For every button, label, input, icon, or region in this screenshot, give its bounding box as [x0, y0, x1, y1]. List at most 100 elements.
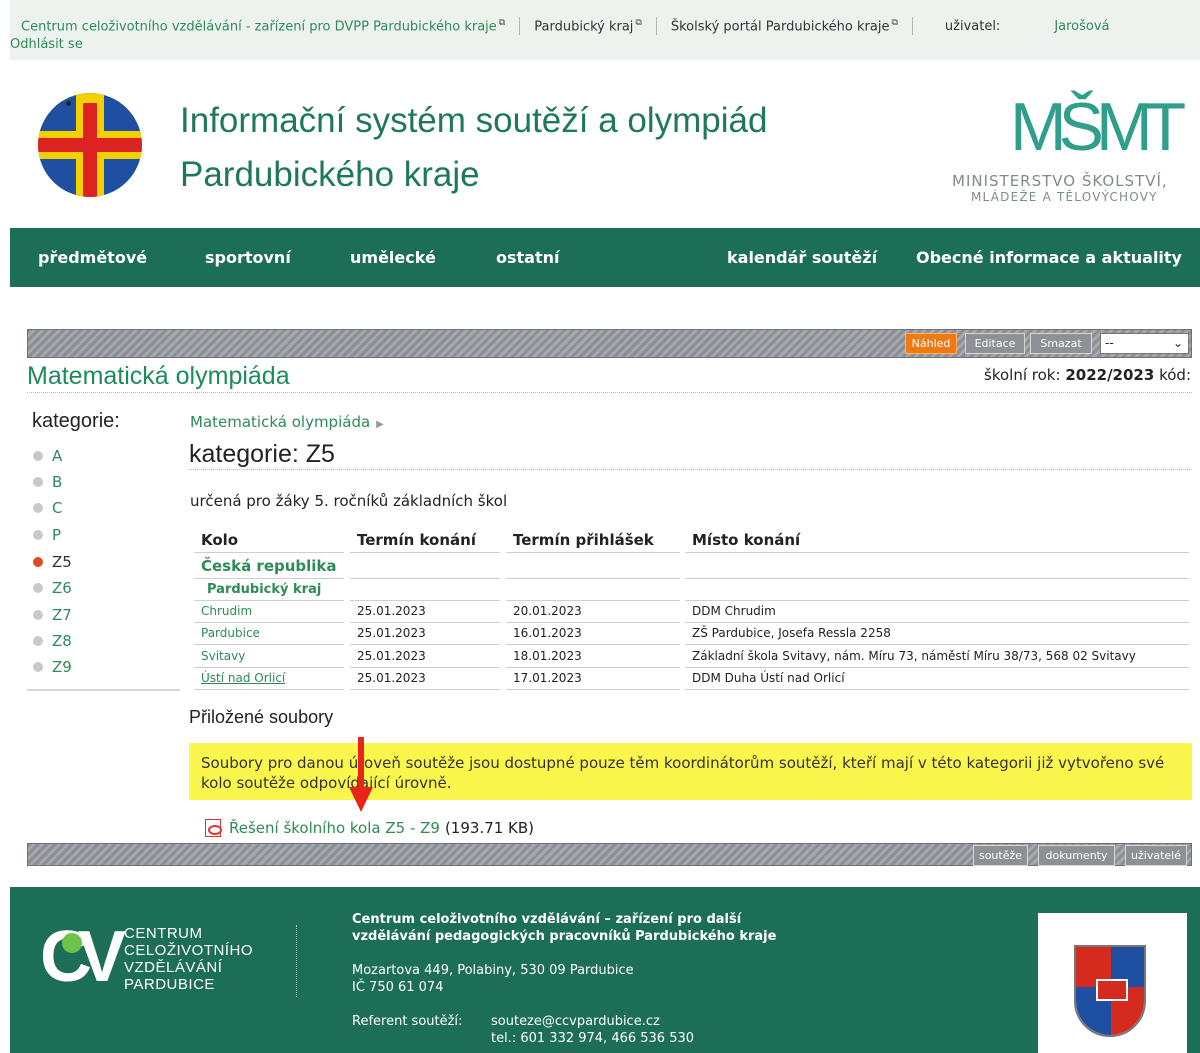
- divider: [911, 17, 913, 35]
- sidebar-item-label: A: [52, 447, 63, 465]
- nav-ostatni[interactable]: ostatní: [496, 248, 559, 267]
- group-label: Česká republika: [194, 553, 344, 579]
- category-description: určená pro žáky 5. ročníků základních šk…: [190, 492, 508, 510]
- site-footer: CV CENTRUM CELOŽIVOTNÍHO VZDĚLÁVÁNÍ PARD…: [10, 887, 1200, 1053]
- round-link[interactable]: Pardubice: [201, 626, 260, 640]
- ccv-logo[interactable]: CV CENTRUM CELOŽIVOTNÍHO VZDĚLÁVÁNÍ PARD…: [40, 917, 270, 997]
- link-portal-label: Školský portál Pardubického kraje: [670, 19, 890, 35]
- round-link[interactable]: Ústí nad Orlicí: [201, 671, 285, 685]
- coat-of-arms-icon: [1074, 945, 1146, 1037]
- table-cell: [685, 579, 1189, 601]
- documents-button[interactable]: dokumenty: [1038, 845, 1115, 866]
- external-link-icon: ⧉: [635, 17, 642, 28]
- bullet-icon: [33, 610, 43, 620]
- bullet-icon: [33, 477, 43, 487]
- sidebar-item-label: C: [52, 499, 63, 517]
- column-header: Místo konání: [685, 525, 1189, 553]
- sidebar-item-z7[interactable]: Z7: [33, 606, 72, 624]
- school-year-value: 2022/2023: [1065, 366, 1155, 384]
- divider: [27, 689, 180, 691]
- file-size: (193.71 KB): [444, 819, 535, 837]
- sidebar-item-label: B: [52, 473, 63, 491]
- sidebar-item-label: Z9: [52, 658, 72, 676]
- attached-files-title: Přiložené soubory: [189, 707, 334, 727]
- divider: [519, 17, 521, 35]
- competitions-button[interactable]: soutěže: [973, 845, 1028, 866]
- link-skolsky-portal[interactable]: Školský portál Pardubického kraje ⧉: [671, 18, 898, 34]
- referent-phone: tel.: 601 332 974, 466 536 530: [491, 1031, 695, 1046]
- breadcrumb-link[interactable]: Matematická olympiáda: [190, 413, 370, 431]
- bullet-icon: [33, 583, 43, 593]
- sidebar-item-p[interactable]: P: [33, 526, 61, 544]
- user-name-link[interactable]: Jarošová: [1054, 19, 1109, 34]
- region-logo[interactable]: [38, 93, 142, 197]
- sidebar-item-b[interactable]: B: [33, 473, 62, 491]
- site-header: Informační systém soutěží a olympiád Par…: [10, 60, 1200, 228]
- top-links: Centrum celoživotního vzdělávání - zaříz…: [21, 17, 1110, 35]
- logout-link[interactable]: Odhlásit se: [10, 37, 83, 52]
- divider: [189, 469, 1192, 470]
- ccv-logo-letters: CV: [40, 917, 126, 997]
- edit-button[interactable]: Editace: [965, 333, 1025, 354]
- bullet-icon: [33, 530, 43, 540]
- coat-of-arms: [1038, 913, 1187, 1053]
- table-cell: [506, 579, 680, 601]
- external-link-icon: ⧉: [498, 17, 506, 28]
- table-cell: Ústí nad Orlicí: [194, 668, 344, 690]
- sidebar-item-c[interactable]: C: [33, 499, 62, 517]
- action-select-value: --: [1105, 336, 1114, 350]
- footer-address: Mozartova 449, Polabiny, 530 09 Pardubic…: [352, 962, 634, 996]
- footer-org-line1: Centrum celoživotního vzdělávání – zaříz…: [352, 912, 742, 927]
- table-cell: [506, 553, 680, 579]
- preview-button[interactable]: Náhled: [905, 333, 957, 354]
- table-cell: Svitavy: [194, 646, 344, 668]
- divider: [296, 925, 297, 997]
- site-title-line2: Pardubického kraje: [180, 155, 480, 194]
- table-cell: 17.01.2023: [506, 668, 680, 690]
- msmt-line1: MINISTERSTVO ŠKOLSTVÍ,: [952, 172, 1168, 190]
- footer-org-line2: vzdělávání pedagogických pracovníků Pard…: [352, 929, 777, 944]
- bullet-icon: [33, 662, 43, 672]
- ccv-logo-line: PARDUBICE: [124, 976, 215, 993]
- nav-umelecke[interactable]: umělecké: [350, 248, 436, 267]
- column-header: Termín konání: [350, 525, 500, 553]
- bullet-active-icon: [33, 557, 43, 567]
- bullet-icon: [33, 451, 43, 461]
- users-button[interactable]: uživatelé: [1125, 845, 1187, 866]
- referent-email-link[interactable]: souteze@ccvpardubice.cz: [491, 1014, 660, 1029]
- table-cell: 16.01.2023: [506, 623, 680, 645]
- footer-address-line: Mozartova 449, Polabiny, 530 09 Pardubic…: [352, 963, 634, 978]
- sidebar-item-z6[interactable]: Z6: [33, 579, 72, 597]
- page-title: Matematická olympiáda: [27, 362, 290, 390]
- delete-button[interactable]: Smazat: [1030, 333, 1092, 354]
- msmt-logo[interactable]: MŠMT MINISTERSTVO ŠKOLSTVÍ, MLÁDEŽE A TĚ…: [950, 84, 1200, 214]
- link-pardubicky-kraj[interactable]: Pardubický kraj ⧉: [534, 18, 642, 34]
- sidebar-item-a[interactable]: A: [33, 447, 62, 465]
- nav-obecne-informace[interactable]: Obecné informace a aktuality: [916, 248, 1182, 267]
- referent-contacts: souteze@ccvpardubice.cz tel.: 601 332 97…: [491, 1013, 694, 1047]
- sidebar-item-label: P: [52, 526, 62, 544]
- round-link[interactable]: Svitavy: [201, 649, 245, 663]
- nav-sportovni[interactable]: sportovní: [205, 248, 291, 267]
- action-select[interactable]: -- ⌄: [1100, 333, 1189, 354]
- file-download-link[interactable]: Řešení školního kola Z5 - Z9: [229, 819, 440, 837]
- footer-org: Centrum celoživotního vzdělávání – zaříz…: [352, 911, 776, 945]
- sidebar-item-z5[interactable]: Z5: [33, 553, 72, 571]
- sidebar-item-z9[interactable]: Z9: [33, 658, 72, 676]
- nav-predmetove[interactable]: předmětové: [38, 248, 147, 267]
- link-ccv[interactable]: Centrum celoživotního vzdělávání - zaříz…: [21, 18, 505, 34]
- ccv-logo-line: CELOŽIVOTNÍHO: [124, 942, 254, 959]
- table-cell: 25.01.2023: [350, 668, 500, 690]
- table-cell: [685, 553, 1189, 579]
- table-cell: [350, 579, 500, 601]
- logo-part: [38, 138, 142, 152]
- sidebar-item-label: Z8: [52, 632, 72, 650]
- table-cell: DDM Duha Ústí nad Orlicí: [685, 668, 1189, 690]
- nav-kalendar[interactable]: kalendář soutěží: [727, 248, 877, 267]
- round-link[interactable]: Chrudim: [201, 604, 252, 618]
- main-nav: předmětové sportovní umělecké ostatní ka…: [10, 228, 1200, 287]
- school-year: školní rok: 2022/2023 kód:: [984, 366, 1191, 384]
- sidebar-item-z8[interactable]: Z8: [33, 632, 72, 650]
- table-cell: [350, 553, 500, 579]
- sidebar-item-label: Z6: [52, 579, 72, 597]
